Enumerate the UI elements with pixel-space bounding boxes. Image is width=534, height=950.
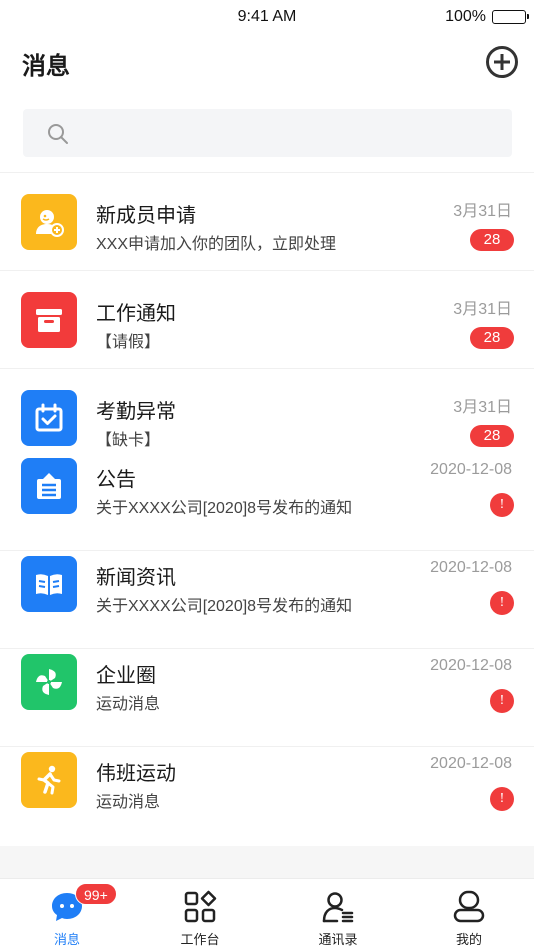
contacts-icon [322, 892, 354, 923]
tab-label: 工作台 [180, 932, 220, 947]
grid-icon [184, 890, 217, 923]
tab-badge: 99+ [75, 883, 117, 905]
item-title: 新闻资讯 [96, 567, 176, 589]
list-item-sports[interactable]: 伟班运动 运动消息 2020-12-08 ! [0, 747, 534, 845]
item-title: 企业圈 [96, 665, 156, 687]
tab-bar: 99+ 消息 工作台 通讯录 我的 [0, 878, 534, 950]
running-icon [21, 752, 77, 808]
item-date: 3月31日 [453, 399, 512, 416]
item-date: 2020-12-08 [430, 755, 512, 772]
item-subtitle: 【缺卡】 [96, 432, 161, 449]
search-bar[interactable] [23, 109, 512, 157]
item-subtitle: 【请假】 [96, 334, 161, 351]
tab-profile[interactable]: 我的 [419, 879, 519, 950]
pinwheel-icon [21, 654, 77, 710]
item-title: 新成员申请 [96, 205, 196, 227]
item-date: 3月31日 [453, 203, 512, 220]
search-icon [48, 124, 68, 144]
list-item-announcement[interactable]: 公告 关于XXXX公司[2020]8号发布的通知 2020-12-08 ! [0, 453, 534, 551]
unread-badge: 28 [470, 327, 514, 349]
battery-percent: 100% [445, 8, 486, 25]
battery-indicator: 100% [445, 8, 529, 26]
inbox-icon [21, 292, 77, 348]
header: 消息 [0, 40, 534, 88]
profile-icon [453, 890, 485, 923]
message-list: 新成员申请 XXX申请加入你的团队，立即处理 3月31日 28 工作通知 【请假… [0, 172, 534, 845]
announcement-icon [21, 458, 77, 514]
item-subtitle: XXX申请加入你的团队，立即处理 [96, 236, 337, 253]
status-bar: 9:41 AM 100% [0, 0, 534, 34]
item-date: 2020-12-08 [430, 657, 512, 674]
alert-badge: ! [490, 787, 514, 811]
item-title: 公告 [96, 469, 136, 491]
tab-workbench[interactable]: 工作台 [150, 879, 250, 950]
item-title: 工作通知 [96, 303, 176, 325]
list-item-enterprise-circle[interactable]: 企业圈 运动消息 2020-12-08 ! [0, 649, 534, 747]
list-footer-spacer [0, 846, 534, 878]
item-title: 考勤异常 [96, 401, 176, 423]
tab-label: 我的 [455, 932, 482, 947]
alert-badge: ! [490, 689, 514, 713]
unread-badge: 28 [470, 229, 514, 251]
item-subtitle: 关于XXXX公司[2020]8号发布的通知 [96, 500, 353, 517]
item-subtitle: 关于XXXX公司[2020]8号发布的通知 [96, 598, 353, 615]
item-date: 3月31日 [453, 301, 512, 318]
item-subtitle: 运动消息 [96, 794, 161, 811]
add-circle-icon[interactable] [486, 46, 518, 78]
list-item-news[interactable]: 新闻资讯 关于XXXX公司[2020]8号发布的通知 2020-12-08 ! [0, 551, 534, 649]
tab-contacts[interactable]: 通讯录 [288, 879, 388, 950]
list-item-work-notice[interactable]: 工作通知 【请假】 3月31日 28 [0, 271, 534, 369]
search-input[interactable] [83, 109, 493, 157]
alert-badge: ! [490, 493, 514, 517]
item-title: 伟班运动 [96, 763, 176, 785]
calendar-check-icon [21, 390, 77, 446]
alert-badge: ! [490, 591, 514, 615]
list-item-new-member[interactable]: 新成员申请 XXX申请加入你的团队，立即处理 3月31日 28 [0, 173, 534, 271]
list-item-attendance[interactable]: 考勤异常 【缺卡】 3月31日 28 [0, 369, 534, 453]
item-date: 2020-12-08 [430, 559, 512, 576]
tab-label: 消息 [53, 932, 80, 947]
new-member-icon [21, 194, 77, 250]
page-title: 消息 [22, 53, 70, 80]
item-date: 2020-12-08 [430, 461, 512, 478]
item-subtitle: 运动消息 [96, 696, 161, 713]
book-icon [21, 556, 77, 612]
tab-messages[interactable]: 99+ 消息 [17, 879, 117, 950]
battery-icon [492, 10, 529, 24]
tab-label: 通讯录 [318, 932, 358, 947]
unread-badge: 28 [470, 425, 514, 447]
